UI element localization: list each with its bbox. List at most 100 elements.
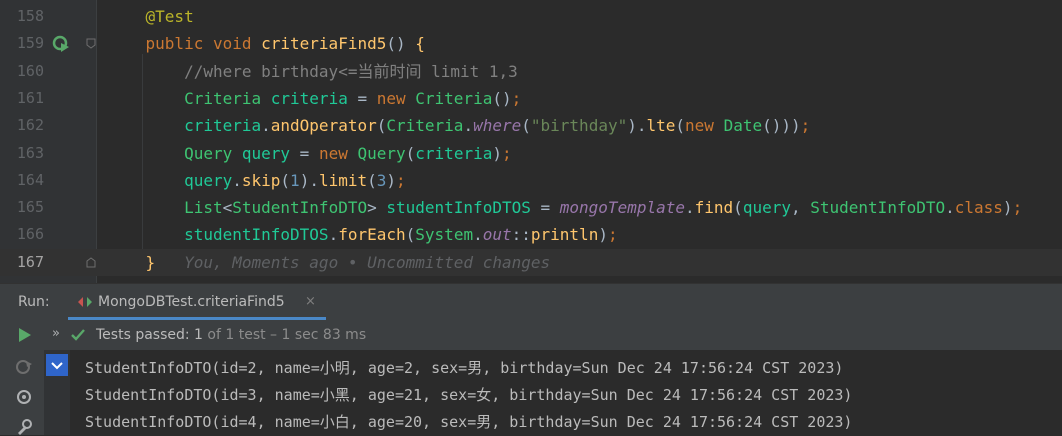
line-number: 160	[16, 61, 44, 80]
code-token: (	[405, 143, 416, 163]
code-line-163[interactable]: 163 Query query = new Query(criteria);	[0, 140, 1062, 167]
code-text: query.skip(1).limit(3);	[107, 167, 406, 194]
code-text: Criteria criteria = new Criteria();	[107, 85, 521, 112]
code-token: class	[954, 198, 1003, 218]
code-token: List	[107, 198, 223, 218]
code-line-165[interactable]: 165 List<StudentInfoDTO> studentInfoDTOS…	[0, 194, 1062, 221]
code-token: .	[685, 198, 695, 218]
code-token: limit	[318, 170, 368, 190]
code-token: StudentInfoDTO	[232, 198, 368, 218]
code-token: {	[415, 34, 425, 54]
test-status-bar: » Tests passed: 1 of 1 test – 1 sec 83 m…	[44, 320, 1062, 350]
code-token: skip	[241, 170, 281, 190]
code-text: public void criteriaFind5() {	[107, 30, 425, 57]
code-line-167[interactable]: 167 } You, Moments ago • Uncommitted cha…	[0, 248, 1062, 276]
code-token: System	[415, 225, 474, 245]
run-tab-label: MongoDBTest.criteriaFind5	[98, 294, 285, 310]
wrench-icon[interactable]	[15, 418, 33, 436]
code-token: StudentInfoDTO	[810, 198, 946, 218]
code-line-161[interactable]: 161 Criteria criteria = new Criteria();	[0, 85, 1062, 112]
code-token: criteriaFind5	[261, 34, 387, 54]
code-token: Date	[723, 116, 763, 136]
code-token: ,	[790, 198, 811, 218]
check-icon	[71, 329, 85, 341]
code-line-164[interactable]: 164 query.skip(1).limit(3);	[0, 167, 1062, 194]
code-token: Query	[107, 143, 242, 163]
code-token: studentInfoDTOS	[107, 225, 329, 245]
code-token: ::	[511, 225, 531, 245]
code-token: new	[318, 143, 358, 163]
code-token: )	[492, 143, 502, 163]
line-number: 158	[16, 7, 44, 25]
code-token: new	[376, 88, 416, 108]
fold-start-icon[interactable]	[86, 38, 96, 49]
code-text: } You, Moments ago • Uncommitted changes	[107, 249, 551, 276]
code-token: query	[241, 143, 291, 163]
code-token: Criteria	[386, 116, 464, 136]
code-token: public void	[107, 34, 262, 54]
line-number: 162	[16, 116, 44, 135]
code-editor[interactable]: 158 @Test 159 public void criteriaFind5()…	[0, 0, 1062, 283]
run-label: Run:	[18, 294, 50, 310]
run-test-gutter-icon[interactable]	[52, 35, 70, 53]
test-tree-column	[44, 350, 70, 435]
code-token: You, Moments ago • Uncommitted changes	[155, 252, 551, 272]
code-token: ;	[800, 116, 811, 136]
code-line-159[interactable]: 159 public void criteriaFind5() {	[0, 30, 1062, 57]
code-token: =	[290, 143, 319, 163]
code-token: (	[405, 225, 416, 245]
code-token: query	[742, 198, 791, 218]
code-token: ()))	[762, 116, 801, 136]
run-tab-criteriafind5[interactable]: MongoDBTest.criteriaFind5 ×	[68, 284, 328, 320]
expand-icon[interactable]: »	[52, 327, 64, 340]
test-status-text: Tests passed: 1 of 1 test – 1 sec 83 ms	[96, 320, 366, 350]
run-toolbar	[0, 320, 44, 435]
status-count: 1	[194, 327, 203, 343]
code-token: (	[733, 198, 743, 218]
code-token: .	[261, 116, 271, 136]
code-token: Criteria	[415, 88, 493, 108]
code-text: @Test	[107, 3, 194, 30]
code-token: =	[530, 198, 560, 218]
code-token: ).	[627, 116, 647, 136]
line-number: 167	[16, 252, 44, 271]
rerun-failed-tests-icon[interactable]	[15, 358, 33, 376]
code-token: <	[222, 198, 233, 218]
code-line-158[interactable]: 158 @Test	[0, 3, 1062, 30]
code-token: 3	[376, 170, 387, 190]
console-line: StudentInfoDTO(id=4, name=小白, age=20, se…	[85, 413, 853, 431]
code-token: (	[280, 170, 291, 190]
line-number: 164	[16, 170, 44, 189]
code-token: forEach	[338, 225, 406, 245]
fold-end-icon[interactable]	[86, 257, 96, 268]
code-token: )	[386, 170, 397, 190]
collapse-button[interactable]	[46, 354, 68, 376]
code-token: )	[598, 225, 608, 245]
toggle-auto-test-icon[interactable]	[15, 388, 33, 406]
code-token: criteria	[270, 88, 348, 108]
code-token: println	[530, 225, 599, 245]
console-output[interactable]: StudentInfoDTO(id=2, name=小明, age=2, sex…	[70, 350, 1062, 435]
code-token: lte	[646, 116, 676, 136]
chevron-down-icon	[51, 362, 63, 370]
rerun-icon[interactable]	[15, 326, 33, 344]
console-line: StudentInfoDTO(id=3, name=小黑, age=21, se…	[85, 386, 853, 404]
code-token: //where birthday<=当前时间 limit 1,3	[107, 61, 518, 81]
code-token: find	[694, 198, 734, 218]
code-token: andOperator	[270, 116, 377, 136]
code-token: (	[367, 170, 377, 190]
code-text: Query query = new Query(criteria);	[107, 140, 512, 167]
close-icon[interactable]: ×	[305, 284, 316, 320]
code-token: @Test	[107, 7, 194, 26]
code-token: 1	[290, 170, 300, 190]
code-line-162[interactable]: 162 criteria.andOperator(Criteria.where(…	[0, 112, 1062, 139]
code-token: mongoTemplate	[559, 198, 685, 218]
code-line-166[interactable]: 166 studentInfoDTOS.forEach(System.out::…	[0, 221, 1062, 248]
code-token: "birthday"	[530, 116, 628, 136]
line-number: 165	[16, 198, 44, 217]
console-line: StudentInfoDTO(id=2, name=小明, age=2, sex…	[85, 359, 844, 377]
code-token: ;	[1012, 198, 1023, 218]
code-token: (	[675, 116, 686, 136]
code-line-160[interactable]: 160 //where birthday<=当前时间 limit 1,3	[0, 58, 1062, 85]
code-token: .	[945, 198, 955, 218]
